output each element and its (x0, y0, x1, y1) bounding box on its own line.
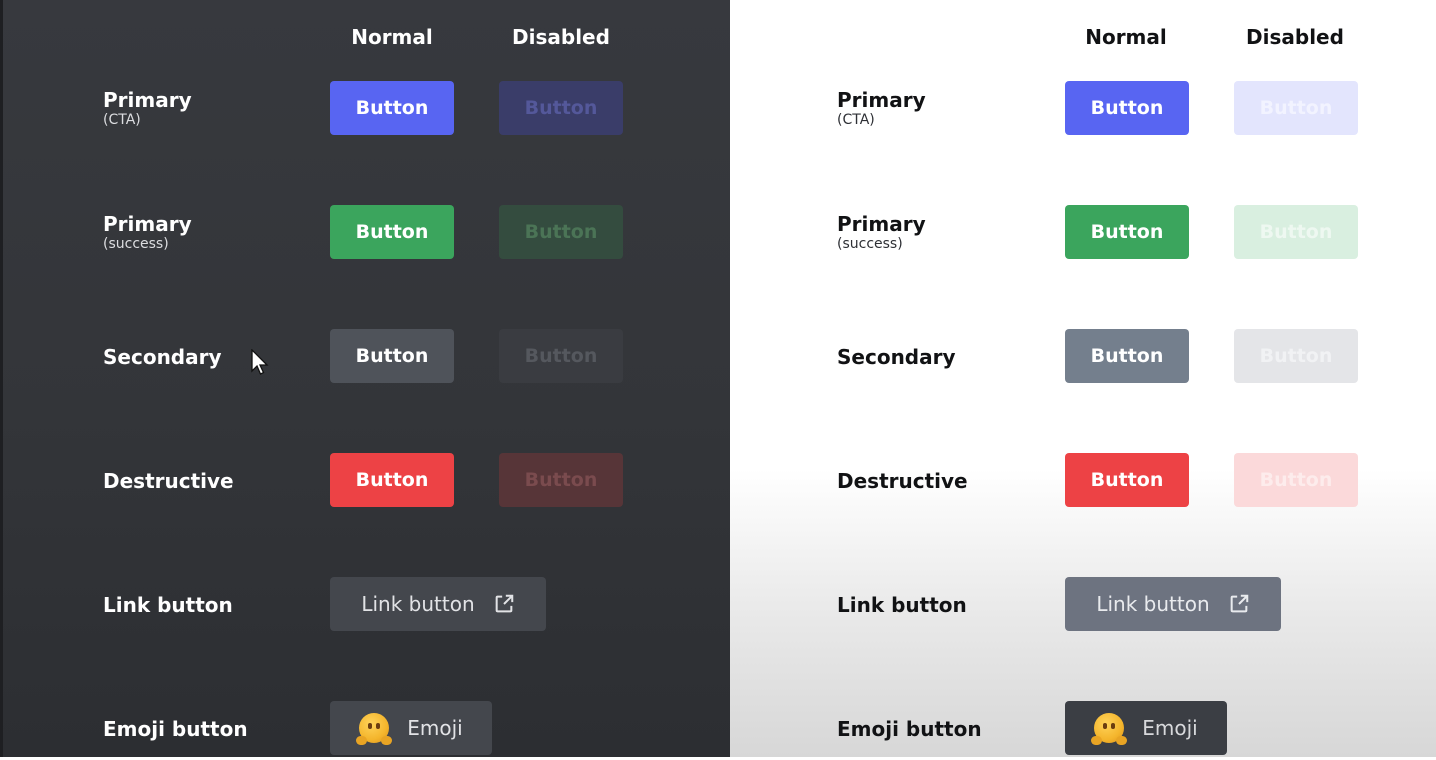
row-label-destructive: Destructive (837, 469, 968, 493)
row-label-destructive: Destructive (103, 469, 234, 493)
column-header-normal: Normal (1085, 25, 1167, 49)
primary-success-button[interactable]: Button (330, 205, 454, 259)
row-title: Primary (837, 88, 926, 112)
link-button[interactable]: Link button (1065, 577, 1281, 631)
emoji-button-label: Emoji (407, 716, 463, 740)
secondary-button-disabled: Button (499, 329, 623, 383)
column-header-disabled: Disabled (512, 25, 610, 49)
link-button-label: Link button (361, 592, 475, 616)
secondary-button[interactable]: Button (1065, 329, 1189, 383)
column-header-normal: Normal (351, 25, 433, 49)
secondary-button-disabled: Button (1234, 329, 1358, 383)
row-label-secondary: Secondary (103, 345, 222, 369)
primary-cta-button-disabled: Button (1234, 81, 1358, 135)
dark-theme-panel: Normal Disabled Primary (CTA) Button But… (0, 0, 730, 757)
row-label-primary-success: Primary (success) (837, 212, 926, 252)
row-subtitle: (success) (837, 236, 903, 252)
destructive-button-disabled: Button (499, 453, 623, 507)
primary-cta-button-disabled: Button (499, 81, 623, 135)
destructive-button[interactable]: Button (1065, 453, 1189, 507)
row-label-link-button: Link button (837, 593, 967, 617)
row-label-secondary: Secondary (837, 345, 956, 369)
row-subtitle: (CTA) (103, 112, 141, 128)
primary-success-button-disabled: Button (1234, 205, 1358, 259)
primary-cta-button[interactable]: Button (330, 81, 454, 135)
row-title: Primary (103, 88, 192, 112)
row-label-primary-success: Primary (success) (103, 212, 192, 252)
secondary-button[interactable]: Button (330, 329, 454, 383)
row-label-emoji-button: Emoji button (837, 717, 982, 741)
row-label-primary-cta: Primary (CTA) (837, 88, 926, 128)
row-label-emoji-button: Emoji button (103, 717, 248, 741)
light-theme-panel: Normal Disabled Primary (CTA) Button But… (730, 0, 1436, 757)
primary-cta-button[interactable]: Button (1065, 81, 1189, 135)
destructive-button-disabled: Button (1234, 453, 1358, 507)
hugging-face-emoji-icon (1091, 713, 1128, 745)
primary-success-button[interactable]: Button (1065, 205, 1189, 259)
row-subtitle: (CTA) (837, 112, 875, 128)
emoji-button-label: Emoji (1142, 716, 1198, 740)
row-title: Primary (837, 212, 926, 236)
column-header-disabled: Disabled (1246, 25, 1344, 49)
link-button[interactable]: Link button (330, 577, 546, 631)
emoji-button[interactable]: Emoji (1065, 701, 1227, 755)
row-subtitle: (success) (103, 236, 169, 252)
destructive-button[interactable]: Button (330, 453, 454, 507)
external-link-icon (495, 594, 513, 613)
mouse-cursor-icon (251, 349, 269, 375)
link-button-label: Link button (1096, 592, 1210, 616)
row-label-primary-cta: Primary (CTA) (103, 88, 192, 128)
external-link-icon (1230, 594, 1248, 613)
primary-success-button-disabled: Button (499, 205, 623, 259)
row-label-link-button: Link button (103, 593, 233, 617)
emoji-button[interactable]: Emoji (330, 701, 492, 755)
hugging-face-emoji-icon (356, 713, 393, 745)
row-title: Primary (103, 212, 192, 236)
